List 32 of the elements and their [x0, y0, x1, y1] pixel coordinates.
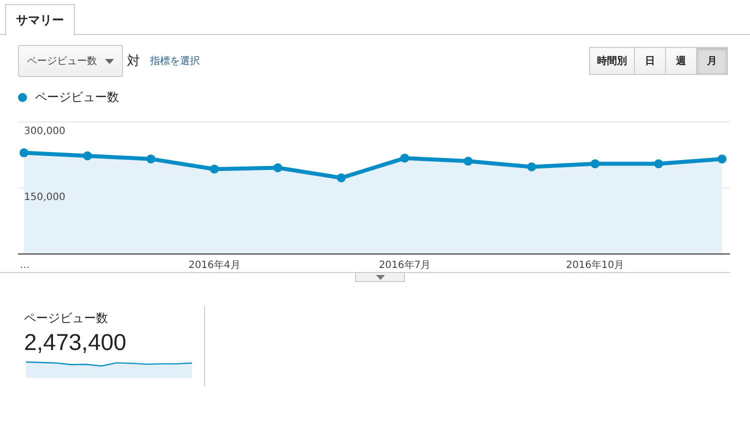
data-point: [273, 163, 282, 172]
data-point: [146, 154, 156, 164]
x-axis-label: 2016年7月: [378, 260, 431, 271]
legend-label: ページビュー数: [35, 89, 119, 106]
data-point: [336, 173, 346, 182]
period-button[interactable]: 週: [665, 47, 697, 75]
data-point: [20, 148, 28, 158]
summary-tab[interactable]: サマリー: [5, 4, 75, 36]
scorecard-label: ページビュー数: [24, 310, 109, 327]
metric-dropdown[interactable]: ページビュー数: [18, 45, 123, 77]
data-point: [527, 162, 536, 172]
data-point: [210, 164, 219, 174]
collapse-handle[interactable]: [355, 273, 405, 282]
caret-icon: [376, 274, 384, 280]
data-point: [400, 154, 410, 163]
data-point: [654, 159, 664, 168]
x-axis-label: 2016年10月: [566, 260, 624, 271]
period-button[interactable]: 日: [634, 47, 666, 75]
data-point: [82, 151, 92, 160]
y-axis-label: 150,000: [24, 192, 66, 203]
y-axis-label: 300,000: [24, 126, 66, 137]
data-point: [464, 156, 473, 166]
period-button[interactable]: 時間別: [589, 47, 635, 75]
x-axis-label: ...: [20, 260, 30, 271]
data-point: [590, 159, 600, 168]
period-button[interactable]: 月: [696, 47, 728, 75]
versus-label: 対: [127, 53, 140, 70]
scorecard-value: 2,473,400: [24, 329, 128, 356]
x-axis-label: 2016年4月: [188, 260, 240, 271]
data-point: [718, 154, 726, 164]
caret-icon: [105, 58, 114, 64]
select-metric-link[interactable]: 指標を選択: [150, 54, 200, 68]
